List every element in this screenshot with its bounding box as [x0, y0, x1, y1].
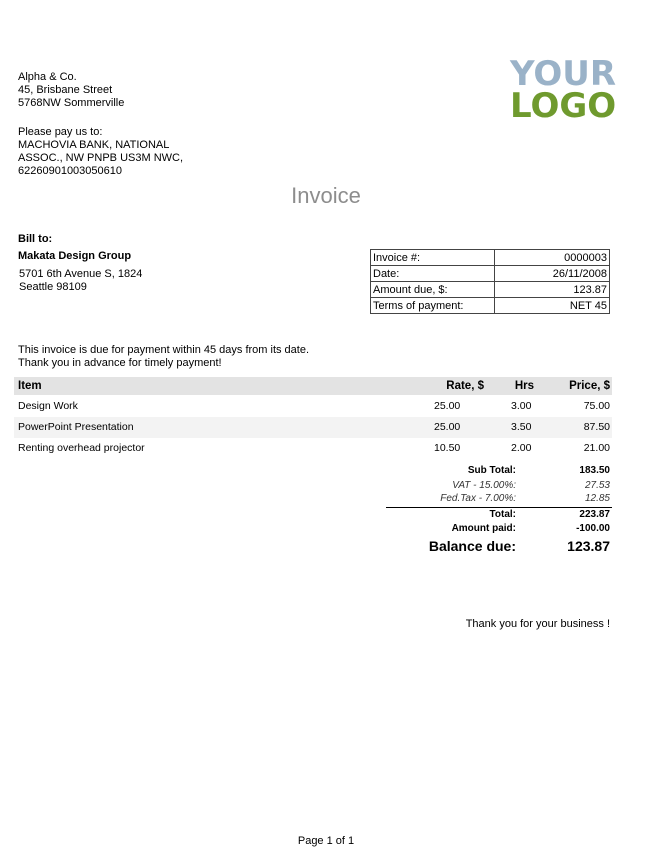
due-note-line1: This invoice is due for payment within 4…	[18, 344, 310, 356]
info-row: Amount due, $: 123.87	[370, 281, 610, 298]
balance-due-label: Balance due:	[428, 538, 516, 554]
due-note: This invoice is due for payment within 4…	[18, 344, 309, 370]
company-street: 45, Brisbane Street	[18, 84, 113, 96]
balance-due-value: 123.87	[567, 538, 610, 554]
total-row: Total: 223.87	[380, 508, 612, 521]
client-address-line2: Seattle 98109	[19, 281, 87, 293]
subtotal-label: Sub Total:	[467, 465, 516, 476]
info-row: Terms of payment: NET 45	[370, 297, 610, 314]
info-value: 123.87	[494, 281, 610, 298]
row-price: 75.00	[583, 400, 610, 412]
client-address-line1: 5701 6th Avenue S, 1824	[19, 268, 143, 280]
info-value: NET 45	[494, 297, 610, 314]
client-name: Makata Design Group	[18, 250, 132, 262]
company-name: Alpha & Co.	[18, 71, 77, 83]
thank-you-note: Thank you for your business !	[465, 618, 610, 630]
row-hrs: 2.00	[511, 442, 532, 454]
vat-value: 27.53	[584, 480, 610, 491]
header-item: Item	[18, 380, 42, 392]
items-table-header: Item Rate, $ Hrs Price, $	[14, 377, 612, 395]
info-label: Terms of payment:	[370, 297, 495, 314]
company-logo: YOUR LOGO	[510, 57, 617, 126]
amount-paid-value: -100.00	[576, 523, 610, 534]
table-row: PowerPoint Presentation 25.00 3.50 87.50	[14, 417, 612, 438]
payment-details: Please pay us to: MACHOVIA BANK, NATIONA…	[18, 126, 183, 178]
payment-bank-line1: MACHOVIA BANK, NATIONAL	[18, 139, 170, 151]
row-price: 21.00	[583, 442, 610, 454]
balance-due-row: Balance due: 123.87	[380, 537, 612, 555]
info-row: Invoice #: 0000003	[370, 249, 610, 266]
page-number: Page 1 of 1	[297, 835, 355, 847]
logo-line2: LOGO	[510, 86, 617, 126]
row-price: 87.50	[583, 421, 610, 433]
row-rate: 25.00	[434, 400, 461, 412]
fed-tax-label: Fed.Tax - 7.00%:	[440, 493, 516, 504]
header-hrs: Hrs	[514, 380, 534, 392]
payment-bank-line2: ASSOC., NW PNPB US3M NWC,	[18, 152, 184, 164]
row-rate: 10.50	[434, 442, 461, 454]
fed-tax-value: 12.85	[584, 493, 610, 504]
table-row: Design Work 25.00 3.00 75.00	[14, 396, 612, 417]
info-label: Amount due, $:	[370, 281, 495, 298]
info-value: 0000003	[494, 249, 610, 266]
info-label: Invoice #:	[370, 249, 495, 266]
total-label: Total:	[489, 509, 516, 520]
total-value: 223.87	[579, 509, 610, 520]
header-rate: Rate, $	[446, 380, 484, 392]
info-value: 26/11/2008	[494, 265, 610, 282]
row-item: PowerPoint Presentation	[18, 421, 134, 433]
row-rate: 25.00	[434, 421, 461, 433]
fed-tax-row: Fed.Tax - 7.00%: 12.85	[380, 492, 612, 505]
info-label: Date:	[370, 265, 495, 282]
row-item: Design Work	[18, 400, 78, 412]
vat-row: VAT - 15.00%: 27.53	[380, 479, 612, 492]
client-address: 5701 6th Avenue S, 1824 Seattle 98109	[19, 268, 142, 294]
amount-paid-label: Amount paid:	[451, 523, 516, 534]
subtotal-value: 183.50	[579, 465, 610, 476]
vat-label: VAT - 15.00%:	[452, 480, 516, 491]
bill-to-label: Bill to:	[18, 233, 53, 245]
row-item: Renting overhead projector	[18, 442, 145, 454]
row-hrs: 3.00	[511, 400, 532, 412]
header-price: Price, $	[569, 380, 610, 392]
payment-account: 62260901003050610	[18, 165, 123, 177]
invoice-info-table: Invoice #: 0000003 Date: 26/11/2008 Amou…	[370, 249, 610, 314]
subtotal-row: Sub Total: 183.50	[380, 464, 612, 477]
payment-intro: Please pay us to:	[18, 126, 103, 138]
row-hrs: 3.50	[511, 421, 532, 433]
page-title: Invoice	[291, 183, 361, 208]
table-row: Renting overhead projector 10.50 2.00 21…	[14, 438, 612, 459]
company-city: 5768NW Sommerville	[18, 97, 125, 109]
amount-paid-row: Amount paid: -100.00	[380, 522, 612, 535]
company-address: Alpha & Co. 45, Brisbane Street 5768NW S…	[18, 71, 124, 110]
info-row: Date: 26/11/2008	[370, 265, 610, 282]
due-note-line2: Thank you in advance for timely payment!	[18, 357, 222, 369]
